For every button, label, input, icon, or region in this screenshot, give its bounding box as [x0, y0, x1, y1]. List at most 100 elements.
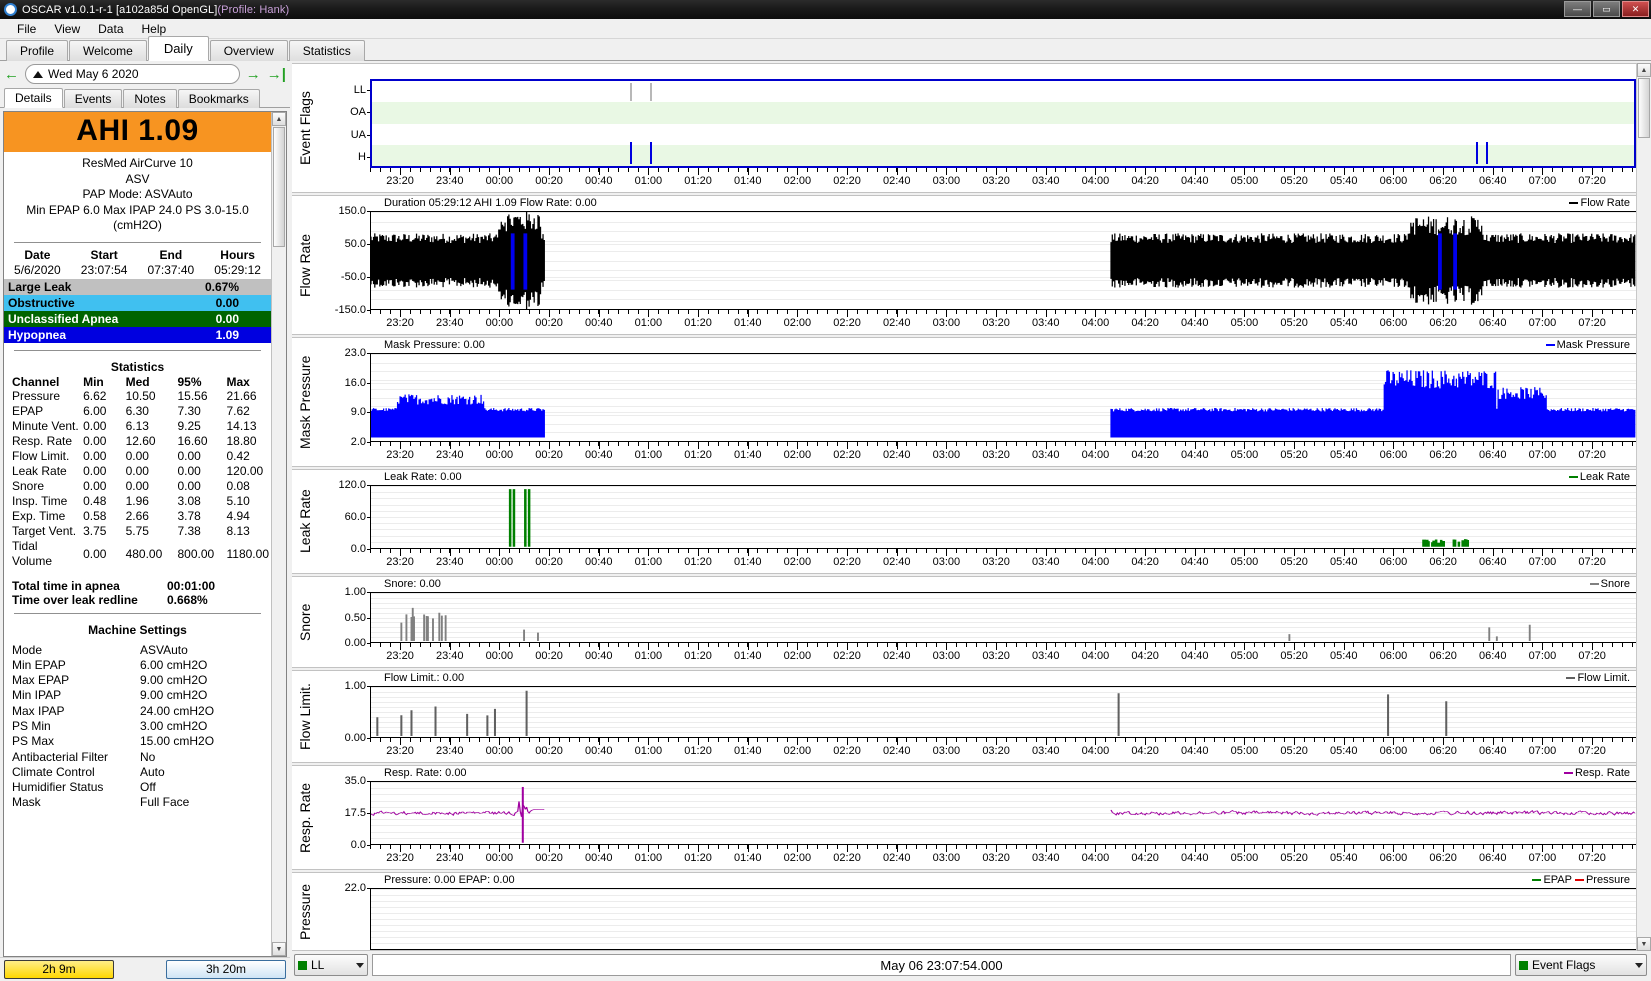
tab-events[interactable]: Events [63, 89, 123, 108]
chart-panel-event-flags[interactable]: Event Flags LL OA UA H 23:20 23:40 00:00 00:20 00… [292, 63, 1636, 193]
date-picker[interactable]: Wed May 6 2020 [25, 64, 240, 84]
x-tick-minor [528, 310, 530, 314]
charts-scrollbar-track[interactable] [1637, 139, 1651, 937]
x-tick-label: 00:20 [535, 317, 563, 329]
tab-overview[interactable]: Overview [209, 40, 288, 61]
charts-scroll-down-icon[interactable]: ▼ [1637, 937, 1651, 951]
scrollbar-track[interactable] [272, 248, 286, 942]
x-tick-minor [588, 643, 590, 647]
x-tick-minor [1065, 310, 1067, 314]
menu-item-data[interactable]: Data [89, 20, 132, 38]
tab-welcome[interactable]: Welcome [69, 40, 147, 61]
x-tick-minor [1353, 845, 1355, 849]
chart-plot-box[interactable] [370, 211, 1636, 310]
charts-scrollbar-thumb[interactable] [1638, 78, 1650, 138]
chart-panel-pressure[interactable]: Pressure Pressure: 0.00 EPAP: 0.00 EPAP Pre… [292, 872, 1636, 951]
combo-color-swatch [1519, 960, 1528, 970]
charts-scrollbar[interactable]: ▲ ▼ [1636, 63, 1651, 951]
scroll-down-icon[interactable]: ▼ [272, 942, 286, 956]
x-tick-minor [1313, 310, 1315, 314]
event-value: 0.00 [215, 311, 239, 326]
calendar-dropdown-icon[interactable] [33, 70, 43, 78]
x-tick-minor [1105, 549, 1107, 553]
tab-bookmarks[interactable]: Bookmarks [177, 89, 260, 108]
previous-day-icon[interactable]: ← [4, 67, 19, 82]
chart-panel-snore[interactable]: Snore Snore: 0.00 Snore 1.00 0.50 0.00 23:20 23… [292, 576, 1636, 668]
minimize-button[interactable]: — [1564, 1, 1591, 17]
chart-waveform [400, 607, 1531, 642]
chart-panel-mask-pressure[interactable]: Mask Pressure Mask Pressure: 0.00 Mask Pre… [292, 337, 1636, 467]
x-tick-major [1145, 442, 1147, 449]
chevron-down-icon[interactable] [1635, 962, 1643, 968]
x-tick-minor [807, 168, 809, 172]
x-tick-minor [1452, 442, 1454, 446]
scrollbar-thumb[interactable] [273, 127, 285, 247]
x-tick-label: 07:00 [1528, 317, 1557, 329]
close-button[interactable]: ✕ [1622, 1, 1649, 17]
x-tick-minor [836, 442, 838, 446]
x-tick-label: 04:00 [1081, 317, 1110, 329]
tab-notes[interactable]: Notes [123, 89, 177, 108]
chart-plot-box[interactable] [370, 888, 1636, 950]
last-day-icon[interactable]: →| [267, 67, 286, 82]
event-row-unclassified-apnea: Unclassified Apnea 0.00 [4, 310, 271, 327]
session-button-1[interactable]: 2h 9m [4, 959, 114, 979]
chart-panel-flow-limit[interactable]: Flow Limit. Flow Limit.: 0.00 Flow Limit. 1… [292, 670, 1636, 763]
x-tick-minor [578, 738, 580, 742]
x-tick-minor [538, 549, 540, 553]
menu-item-file[interactable]: File [8, 20, 45, 38]
x-tick-label: 03:20 [982, 317, 1010, 329]
session-button-2[interactable]: 3h 20m [166, 959, 286, 979]
chart-plot-area: 120.0 60.0 0.0 [318, 479, 1636, 555]
x-tick-label: 05:20 [1280, 650, 1308, 662]
chart-panel-resp-rate[interactable]: Resp. Rate Resp. Rate: 0.00 Resp. Rate 35.0… [292, 765, 1636, 870]
chart-panel-flow-rate[interactable]: Flow Rate Duration 05:29:12 AHI 1.09 Flow… [292, 195, 1636, 335]
charts-scroll-up-icon[interactable]: ▲ [1637, 63, 1651, 77]
details-scrollbar[interactable]: ▲ ▼ [271, 112, 286, 956]
x-tick-label: 02:00 [783, 317, 812, 329]
chart-plot-box[interactable] [370, 353, 1636, 442]
x-tick-minor [717, 442, 719, 446]
chevron-down-icon[interactable] [356, 962, 364, 968]
chart-plot-box[interactable] [370, 781, 1636, 845]
x-tick-label: 01:20 [684, 745, 712, 757]
statistics-row: Pressure 6.62 10.50 15.56 21.66 [4, 389, 271, 404]
tab-details[interactable]: Details [4, 88, 63, 108]
event-marker-ll [649, 82, 652, 102]
x-tick-major [1294, 310, 1296, 317]
tab-statistics[interactable]: Statistics [288, 40, 365, 61]
graph-selector-combo[interactable]: Event Flags [1515, 954, 1647, 976]
scroll-up-icon[interactable]: ▲ [272, 112, 286, 126]
chart-plot-box[interactable] [370, 485, 1636, 549]
x-tick-major [1145, 738, 1147, 745]
chart-header: Duration 05:29:12 AHI 1.09 Flow Rate: 0.… [318, 196, 1636, 211]
x-tick-minor [1035, 310, 1037, 314]
x-tick-minor [975, 310, 977, 314]
x-tick-minor [1333, 845, 1335, 849]
setting-label: Mode [12, 642, 43, 657]
x-tick-label: 05:00 [1230, 650, 1259, 662]
x-tick-major [449, 643, 451, 650]
x-tick-major [499, 442, 501, 449]
x-tick-major [549, 442, 551, 449]
menu-item-view[interactable]: View [45, 20, 89, 38]
tab-profile[interactable]: Profile [6, 40, 69, 61]
th-channel: Channel [12, 374, 60, 389]
x-tick-minor [836, 738, 838, 742]
chart-panel-leak-rate[interactable]: Leak Rate Leak Rate: 0.00 Leak Rate 120.0 60… [292, 469, 1636, 574]
x-tick-minor [1055, 643, 1057, 647]
event-type-combo[interactable]: LL [294, 954, 368, 976]
chart-plot-box[interactable] [370, 686, 1636, 738]
menu-item-help[interactable]: Help [133, 20, 176, 38]
chart-plot-box[interactable] [370, 592, 1636, 643]
maximize-button[interactable]: ▭ [1593, 1, 1620, 17]
x-tick-minor [1184, 168, 1186, 172]
x-tick-minor [419, 442, 421, 446]
tab-daily[interactable]: Daily [147, 36, 209, 61]
chart-plot-box[interactable] [370, 79, 1636, 168]
chart-plot-area: 22.0 [318, 882, 1636, 950]
x-tick-minor [1115, 549, 1117, 553]
event-summary-rows: Large Leak 0.67% Obstructive 0.00 Unclas… [4, 278, 271, 343]
next-day-icon[interactable]: → [246, 67, 261, 82]
x-tick-minor [1075, 168, 1077, 172]
